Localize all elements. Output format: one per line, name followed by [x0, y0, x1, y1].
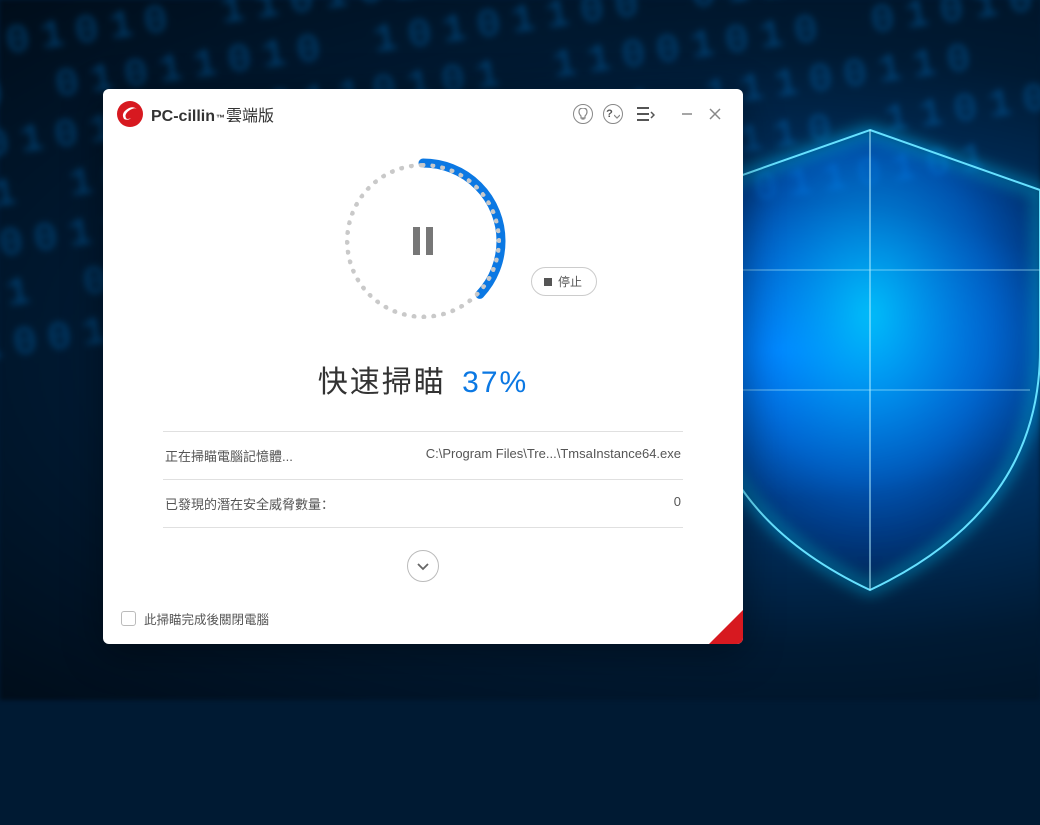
- minimize-button[interactable]: [673, 102, 701, 126]
- scan-window: PC-cillin™雲端版 ?: [103, 89, 743, 644]
- trademark: ™: [216, 113, 225, 123]
- scanning-path: C:\Program Files\Tre...\TmsaInstance64.e…: [426, 446, 681, 465]
- scan-info: 正在掃瞄電腦記憶體... C:\Program Files\Tre...\Tms…: [163, 431, 683, 528]
- app-name-sub: 雲端版: [226, 102, 274, 126]
- stop-icon: [544, 278, 552, 286]
- scanning-label: 正在掃瞄電腦記憶體...: [165, 446, 293, 465]
- threats-count: 0: [674, 494, 681, 513]
- scan-content: 停止 快速掃瞄 37% 正在掃瞄電腦記憶體... C:\Program File…: [103, 135, 743, 597]
- scan-percent: 37%: [462, 366, 528, 399]
- progress-indicator: [333, 151, 513, 331]
- trend-micro-logo-icon: [117, 101, 143, 127]
- menu-icon[interactable]: [633, 101, 659, 127]
- threats-label: 已發現的潛在安全威脅數量：: [165, 494, 334, 513]
- shutdown-label: 此掃瞄完成後關閉電腦: [144, 609, 269, 628]
- lightbulb-icon[interactable]: [573, 104, 593, 124]
- app-title: PC-cillin™雲端版: [151, 102, 274, 126]
- scan-mode-label: 快速掃瞄: [318, 366, 446, 399]
- scan-title: 快速掃瞄 37%: [318, 357, 528, 401]
- footer: 此掃瞄完成後關閉電腦: [103, 597, 743, 644]
- expand-button[interactable]: [407, 550, 439, 582]
- stop-label: 停止: [558, 273, 582, 290]
- chevron-down-icon: [416, 559, 430, 573]
- close-button[interactable]: [701, 102, 729, 126]
- info-row-scanning: 正在掃瞄電腦記憶體... C:\Program Files\Tre...\Tms…: [163, 431, 683, 479]
- dotted-ring-icon: [345, 163, 501, 319]
- shutdown-checkbox[interactable]: [121, 611, 136, 626]
- titlebar: PC-cillin™雲端版 ?: [103, 89, 743, 135]
- brand-corner-icon: [709, 610, 743, 644]
- stop-button[interactable]: 停止: [531, 267, 597, 296]
- info-row-threats: 已發現的潛在安全威脅數量： 0: [163, 479, 683, 528]
- app-name-main: PC-cillin: [151, 108, 215, 126]
- help-icon[interactable]: ?: [603, 104, 623, 124]
